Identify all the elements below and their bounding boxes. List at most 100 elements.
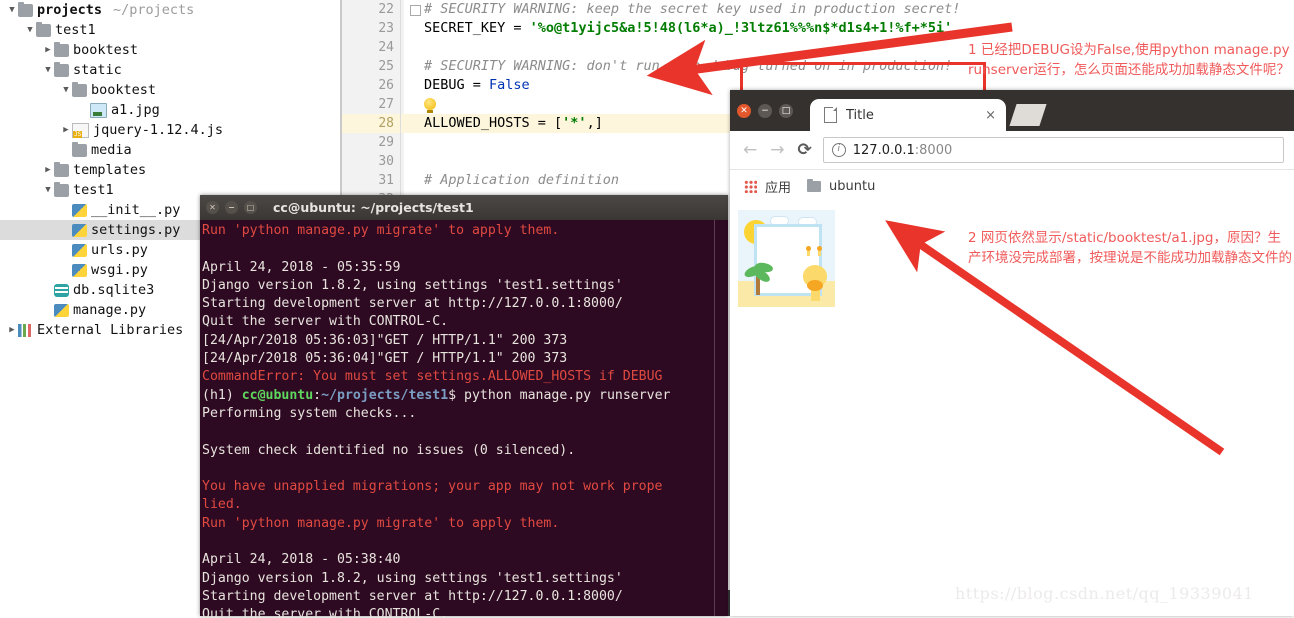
terminal-line: [24/Apr/2018 05:36:04]"GET / HTTP/1.1" 2… bbox=[202, 350, 717, 368]
terminal-title-bar[interactable]: ✕ − □ cc@ubuntu: ~/projects/test1 bbox=[200, 195, 728, 220]
chevron-right-icon[interactable]: ▶ bbox=[60, 120, 72, 140]
code-token: # Application definition bbox=[424, 172, 620, 188]
lightbulb-icon[interactable] bbox=[424, 98, 436, 113]
tree-item-label: settings.py bbox=[91, 222, 181, 238]
close-icon[interactable]: ✕ bbox=[737, 103, 751, 118]
terminal-output[interactable]: Run 'python manage.py migrate' to apply … bbox=[200, 220, 717, 618]
folder-icon bbox=[18, 1, 33, 17]
terminal-text: Quit the server with CONTROL-C. bbox=[202, 607, 449, 618]
tree-item-booktest[interactable]: ▶ booktest bbox=[0, 40, 340, 60]
chevron-down-icon[interactable]: ▼ bbox=[60, 80, 72, 100]
terminal-line: lied. bbox=[202, 496, 717, 514]
tree-item-media[interactable]: media bbox=[0, 140, 340, 160]
chevron-right-icon[interactable]: ▶ bbox=[42, 40, 54, 60]
terminal-window[interactable]: ✕ − □ cc@ubuntu: ~/projects/test1 Run 'p… bbox=[200, 195, 728, 618]
tree-item-label: booktest bbox=[73, 42, 139, 58]
close-icon[interactable]: ✕ bbox=[206, 201, 219, 214]
terminal-text: ~/projects/test1 bbox=[321, 387, 449, 403]
terminal-text: You have unapplied migrations; your app … bbox=[202, 479, 663, 495]
bookmarks-bar[interactable]: 应用 ubuntu bbox=[730, 170, 1294, 204]
bookmark-ubuntu-label[interactable]: ubuntu bbox=[829, 179, 875, 194]
reload-icon[interactable]: ⟳ bbox=[798, 140, 812, 160]
chevron-down-icon[interactable]: ▼ bbox=[6, 0, 18, 20]
bookmark-folder-icon[interactable] bbox=[807, 179, 822, 192]
tree-item-jquery-1-12-4-js[interactable]: ▶ jquery-1.12.4.js bbox=[0, 120, 340, 140]
bookmark-apps-label[interactable]: 应用 bbox=[765, 177, 791, 196]
tree-item-a1-jpg[interactable]: a1.jpg bbox=[0, 100, 340, 120]
chevron-right-icon[interactable]: ▶ bbox=[42, 160, 54, 180]
code-token: SECRET_KEY = bbox=[424, 20, 530, 36]
code-token: ,] bbox=[586, 115, 603, 131]
code-line[interactable]: # SECURITY WARNING: keep the secret key … bbox=[402, 0, 1294, 19]
maximize-icon[interactable]: □ bbox=[779, 103, 793, 118]
site-info-icon[interactable]: i bbox=[831, 143, 846, 157]
code-token: False bbox=[489, 77, 530, 93]
line-number: 28 bbox=[342, 114, 404, 133]
code-fold-icon[interactable] bbox=[410, 5, 421, 16]
code-line[interactable]: SECRET_KEY = '%o@t1yijc5&a!5!48(l6*a)_!3… bbox=[402, 19, 1294, 38]
chevron-down-icon[interactable]: ▼ bbox=[42, 180, 54, 200]
line-number: 31 bbox=[378, 173, 394, 188]
new-tab-button[interactable] bbox=[1009, 104, 1047, 126]
tree-item-label: templates bbox=[73, 162, 147, 178]
code-token: '*' bbox=[562, 115, 587, 131]
terminal-line: Run 'python manage.py migrate' to apply … bbox=[202, 515, 717, 533]
folder-icon bbox=[54, 41, 69, 57]
browser-toolbar[interactable]: ← → ⟳ i 127.0.0.1:8000 bbox=[730, 131, 1294, 170]
tree-item-label: a1.jpg bbox=[111, 102, 160, 118]
address-bar[interactable]: i 127.0.0.1:8000 bbox=[822, 137, 1284, 163]
minimize-icon[interactable]: − bbox=[758, 103, 772, 118]
maximize-icon[interactable]: □ bbox=[244, 201, 257, 214]
terminal-text: Django version 1.8.2, using settings 'te… bbox=[202, 570, 623, 586]
apps-grid-icon[interactable] bbox=[744, 180, 757, 193]
annotation-note-1: 1 已经把DEBUG设为False,使用python manage.py run… bbox=[968, 42, 1290, 78]
tree-item-templates[interactable]: ▶ templates bbox=[0, 160, 340, 180]
browser-tab-title: Title bbox=[846, 107, 874, 123]
folder-icon bbox=[54, 61, 69, 77]
terminal-line: Quit the server with CONTROL-C. bbox=[202, 313, 717, 331]
database-file-icon bbox=[54, 283, 69, 297]
back-arrow-icon[interactable]: ← bbox=[743, 140, 757, 160]
terminal-text: Performing system checks... bbox=[202, 405, 417, 421]
line-number: 25 bbox=[378, 59, 394, 74]
terminal-scrollbar[interactable] bbox=[714, 220, 728, 616]
python-file-icon bbox=[54, 303, 69, 317]
tree-item-label: media bbox=[91, 142, 132, 158]
a1-jpg-image bbox=[738, 210, 835, 307]
terminal-line: System check identified no issues (0 sil… bbox=[202, 442, 717, 460]
terminal-text: $ python manage.py runserver bbox=[448, 387, 671, 403]
tree-item-booktest[interactable]: ▼ booktest bbox=[0, 80, 340, 100]
tree-item-label: __init__.py bbox=[91, 202, 181, 218]
tree-item-label: wsgi.py bbox=[91, 262, 148, 278]
terminal-line: April 24, 2018 - 05:38:40 bbox=[202, 551, 717, 569]
minimize-icon[interactable]: − bbox=[225, 201, 238, 214]
chevron-down-icon[interactable]: ▼ bbox=[42, 60, 54, 80]
chevron-right-icon[interactable]: ▶ bbox=[6, 320, 18, 340]
close-tab-icon[interactable]: × bbox=[985, 108, 996, 123]
tree-item-label: jquery-1.12.4.js bbox=[93, 122, 224, 138]
tree-item-label: manage.py bbox=[73, 302, 147, 318]
python-file-icon bbox=[72, 203, 87, 217]
tree-item-test1[interactable]: ▼ test1 bbox=[0, 20, 340, 40]
tree-item-projects[interactable]: ▼ projects ~/projects bbox=[0, 0, 340, 20]
terminal-text: [24/Apr/2018 05:36:04]"GET / HTTP/1.1" 2… bbox=[202, 351, 568, 367]
forward-arrow-icon[interactable]: → bbox=[770, 140, 784, 160]
browser-tab[interactable]: Title × bbox=[810, 99, 1006, 131]
terminal-line: Starting development server at http://12… bbox=[202, 588, 717, 606]
terminal-title-text: cc@ubuntu: ~/projects/test1 bbox=[273, 200, 474, 215]
tree-item-static[interactable]: ▼ static bbox=[0, 60, 340, 80]
folder-icon bbox=[54, 161, 69, 177]
chevron-down-icon[interactable]: ▼ bbox=[24, 20, 36, 40]
terminal-line: Performing system checks... bbox=[202, 405, 717, 423]
browser-window[interactable]: ✕ − □ Title × ← → ⟳ i 127.0.0.1:8000 应用 … bbox=[730, 90, 1294, 616]
terminal-line: Quit the server with CONTROL-C. bbox=[202, 606, 717, 618]
browser-title-bar[interactable]: ✕ − □ Title × bbox=[730, 90, 1294, 131]
terminal-line: CommandError: You must set settings.ALLO… bbox=[202, 368, 717, 386]
page-icon bbox=[824, 107, 837, 123]
code-token: ALLOWED_HOSTS = [ bbox=[424, 115, 563, 131]
